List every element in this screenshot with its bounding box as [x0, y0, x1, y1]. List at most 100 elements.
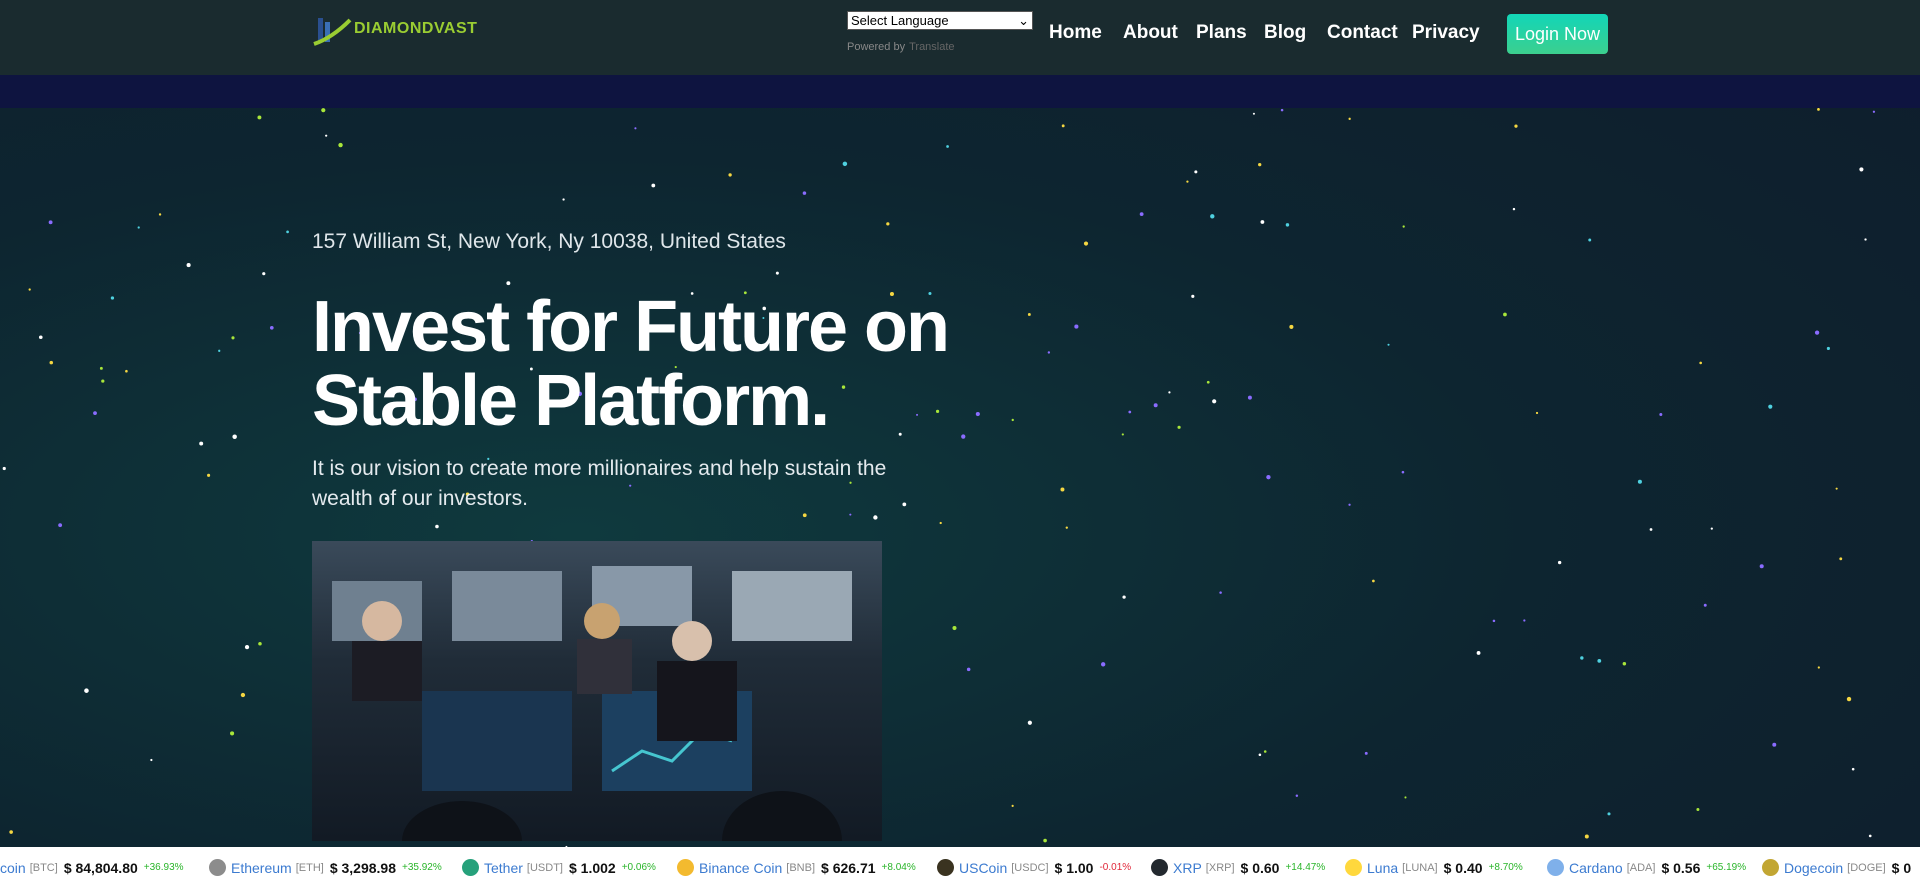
star-dot	[1772, 742, 1777, 747]
star-dot	[1027, 313, 1031, 316]
star-dot	[1512, 207, 1516, 211]
hero-title-line2: Stable Platform.	[312, 361, 830, 441]
star-dot	[1649, 528, 1653, 531]
star-dot	[1826, 346, 1830, 351]
star-dot	[1285, 223, 1290, 227]
star-dot	[93, 411, 97, 415]
star-dot	[1191, 294, 1195, 298]
logo[interactable]: DIAMONDVAST	[312, 12, 477, 46]
star-dot	[1476, 651, 1481, 655]
star-dot	[1699, 361, 1702, 365]
star-dot	[321, 108, 326, 113]
chevron-down-icon: ⌄	[1018, 13, 1029, 28]
star-dot	[218, 349, 221, 352]
star-dot	[28, 288, 31, 291]
coin-icon	[1345, 859, 1362, 876]
hero-description: It is our vision to create more milliona…	[312, 457, 887, 510]
ticker-item[interactable]: Ethereum [ETH] $ 3,298.98 +35.92%	[209, 847, 442, 888]
hero-title: Invest for Future on Stable Platform.	[312, 287, 950, 441]
coin-name: Binance Coin	[699, 859, 783, 876]
ticker-item[interactable]: Tether [USDT] $ 1.002 +0.06%	[462, 847, 656, 888]
coin-change: +0.06%	[621, 862, 656, 873]
crypto-ticker: coin [BTC] $ 84,804.80 +36.93% Ethereum [ETH]…	[0, 847, 1920, 888]
coin-price: $ 0.56	[1661, 859, 1701, 876]
star-dot	[1247, 395, 1252, 400]
language-select[interactable]: Select Language ⌄	[847, 11, 1033, 30]
star-dot	[1252, 112, 1255, 115]
nav-plans[interactable]: Plans	[1196, 22, 1247, 44]
hero-title-line1: Invest for Future on	[312, 287, 950, 367]
hero-image	[312, 541, 882, 841]
star-dot	[1011, 804, 1014, 808]
star-dot	[1404, 796, 1407, 799]
coin-name: XRP	[1173, 859, 1202, 876]
coin-name: Ethereum	[231, 859, 292, 876]
coin-price: $ 0.40	[1443, 859, 1483, 876]
nav-home[interactable]: Home	[1049, 22, 1102, 44]
ticker-item[interactable]: Dogecoin [DOGE] $ 0	[1762, 847, 1911, 888]
star-dot	[651, 183, 656, 188]
star-dot	[1280, 108, 1284, 112]
star-dot	[1868, 834, 1872, 838]
hero-background	[0, 0, 1920, 888]
star-dot	[1206, 380, 1210, 384]
star-dot	[99, 366, 103, 370]
ticker-item[interactable]: Luna [LUNA] $ 0.40 +8.70%	[1345, 847, 1523, 888]
coin-price: $ 1.00	[1054, 859, 1094, 876]
star-dot	[1295, 794, 1299, 797]
star-dot	[842, 161, 848, 167]
nav-contact[interactable]: Contact	[1327, 22, 1398, 44]
star-dot	[1557, 560, 1562, 565]
translate-link[interactable]: Translate	[909, 41, 954, 53]
star-dot	[1814, 330, 1820, 335]
star-dot	[325, 134, 328, 137]
coin-symbol: [LUNA]	[1402, 861, 1438, 874]
coin-name: USCoin	[959, 859, 1008, 876]
coin-change: +35.92%	[402, 862, 442, 873]
star-dot	[1168, 391, 1171, 394]
star-dot	[1027, 720, 1032, 725]
star-dot	[1387, 343, 1390, 346]
coin-symbol: [USDT]	[526, 861, 563, 874]
ticker-item[interactable]: Cardano [ADA] $ 0.56 +65.19%	[1547, 847, 1746, 888]
coin-symbol: [XRP]	[1205, 861, 1235, 874]
logo-text: DIAMONDVAST	[354, 20, 478, 37]
language-select-value: Select Language	[851, 13, 949, 28]
ticker-item[interactable]: coin [BTC] $ 84,804.80 +36.93%	[0, 847, 184, 888]
star-dot	[257, 115, 262, 120]
coin-icon	[1762, 859, 1779, 876]
coin-icon	[209, 859, 226, 876]
star-dot	[1659, 412, 1663, 416]
star-dot	[1348, 117, 1351, 120]
star-dot	[1503, 312, 1507, 317]
star-dot	[125, 369, 128, 373]
star-dot	[1060, 487, 1065, 492]
ticker-item[interactable]: Binance Coin [BNB] $ 626.71 +8.04%	[677, 847, 916, 888]
coin-price: $ 1.002	[568, 859, 616, 876]
star-dot	[101, 379, 105, 383]
star-dot	[1402, 225, 1405, 228]
coin-symbol: [BNB]	[786, 861, 816, 874]
coin-symbol: [BTC]	[29, 861, 58, 874]
star-dot	[9, 830, 13, 834]
star-dot	[506, 281, 511, 286]
ticker-item[interactable]: XRP [XRP] $ 0.60 +14.47%	[1151, 847, 1325, 888]
star-dot	[1212, 399, 1217, 404]
login-button[interactable]: Login Now	[1507, 14, 1608, 54]
ticker-item[interactable]: USCoin [USDC] $ 1.00 -0.01%	[937, 847, 1131, 888]
site-header: DIAMONDVAST Select Language ⌄ Powered by T…	[0, 0, 1920, 75]
nav-blog[interactable]: Blog	[1264, 22, 1306, 44]
star-dot	[1289, 324, 1294, 329]
star-dot	[1839, 557, 1843, 561]
header-band	[0, 75, 1920, 108]
star-dot	[1139, 212, 1144, 216]
star-dot	[1759, 564, 1764, 569]
coin-icon	[937, 859, 954, 876]
star-dot	[1588, 238, 1592, 242]
coin-symbol: [ADA]	[1626, 861, 1656, 874]
star-dot	[946, 145, 949, 148]
nav-about[interactable]: About	[1123, 22, 1178, 44]
nav-privacy[interactable]: Privacy	[1412, 22, 1480, 44]
coin-name: Dogecoin	[1784, 859, 1844, 876]
coin-icon	[1547, 859, 1564, 876]
